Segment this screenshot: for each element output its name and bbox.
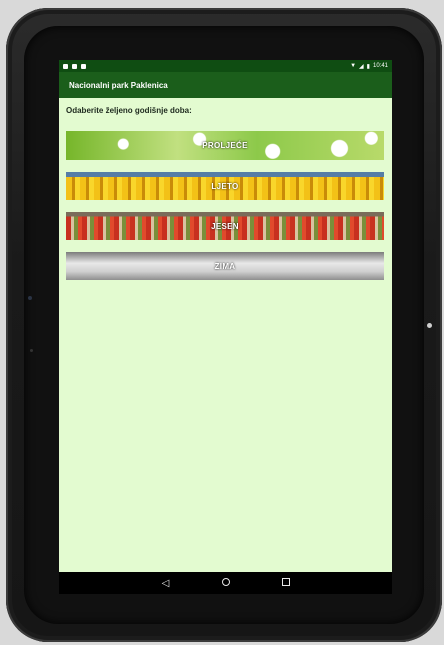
status-right: ▼ ◢ ▮ 10:41 [350,63,388,70]
screen: ▼ ◢ ▮ 10:41 Nacionalni park Paklenica Od… [59,60,392,594]
season-prompt: Odaberite željeno godišnje doba: [66,106,192,115]
camera-dot [28,296,32,300]
back-icon[interactable]: ◁ [156,578,176,589]
side-indicator [427,323,432,328]
season-label: JESEN [211,221,239,231]
season-label: PROLJEĆE [202,141,248,150]
wifi-icon: ▼ [350,63,357,69]
signal-icon: ◢ [359,63,364,70]
status-bar: ▼ ◢ ▮ 10:41 [59,60,392,72]
app-bar: Nacionalni park Paklenica [59,72,392,98]
home-icon[interactable] [216,577,236,589]
main-content: Odaberite željeno godišnje doba: PROLJEĆ… [59,98,392,300]
season-button-proljece[interactable]: PROLJEĆE [66,131,384,160]
season-label: ZIMA [214,261,236,271]
battery-icon: ▮ [366,63,370,70]
app-title: Nacionalni park Paklenica [69,80,168,90]
sim-icon [63,63,68,69]
season-button-ljeto[interactable]: LJETO [66,172,384,200]
sd-icon [81,63,86,69]
season-button-jesen[interactable]: JESEN [66,212,384,240]
season-button-zima[interactable]: ZIMA [66,252,384,280]
sensor-dot [30,349,33,352]
navigation-bar: ◁ [59,572,392,594]
season-label: LJETO [211,181,239,191]
nfc-icon [72,63,77,69]
recents-icon[interactable] [276,577,296,589]
status-time: 10:41 [372,63,388,69]
status-left-icons [63,63,86,69]
